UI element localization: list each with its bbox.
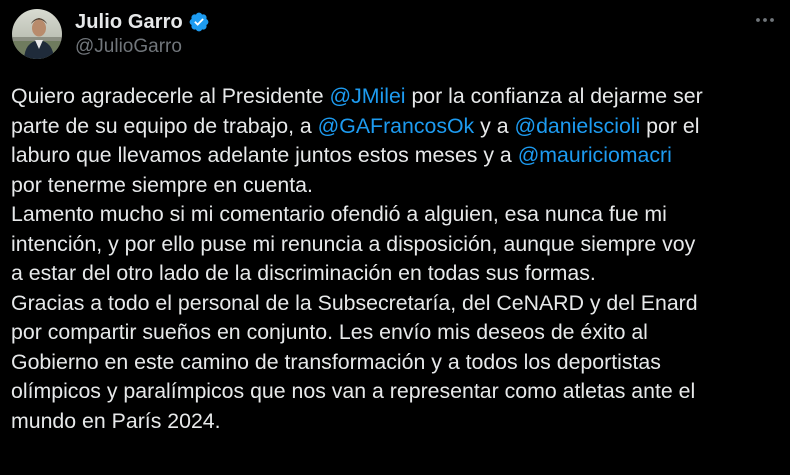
mention-link[interactable]: @GAFrancosOk: [318, 114, 475, 138]
tweet-text-line: Quiero agradecerle al Presidente @JMilei…: [11, 82, 785, 112]
tweet-text-line: Lamento mucho si mi comentario ofendió a…: [11, 200, 785, 230]
mention-link[interactable]: @mauriciomacri: [518, 143, 672, 167]
tweet-text-line: parte de su equipo de trabajo, a @GAFran…: [11, 112, 785, 142]
tweet-text-line: Gobierno en este camino de transformació…: [11, 348, 785, 378]
tweet-text-line: Gracias a todo el personal de la Subsecr…: [11, 289, 785, 319]
tweet-card: Julio Garro @JulioGarro Quiero agradecer…: [0, 0, 790, 475]
tweet-text-segment: Gracias a todo el personal de la Subsecr…: [11, 290, 698, 315]
tweet-text-line: por compartir sueños en conjunto. Les en…: [11, 318, 785, 348]
name-row: Julio Garro: [75, 9, 210, 35]
tweet-text-segment: parte de su equipo de trabajo, a: [11, 113, 318, 138]
tweet-text-segment: a estar del otro lado de la discriminaci…: [11, 261, 596, 285]
tweet-text-segment: Gobierno en este camino de transformació…: [11, 349, 661, 374]
tweet-text-segment: por el: [640, 113, 700, 138]
mention-link[interactable]: @JMilei: [329, 84, 405, 108]
tweet-text-segment: por compartir sueños en conjunto. Les en…: [11, 320, 648, 344]
tweet-text: Quiero agradecerle al Presidente @JMilei…: [11, 82, 785, 436]
tweet-text-line: mundo en París 2024.: [11, 407, 785, 437]
tweet-text-segment: Quiero agradecerle al Presidente: [11, 84, 330, 108]
mention-link[interactable]: @danielscioli: [514, 114, 640, 138]
tweet-text-line: laburo que llevamos adelante juntos esto…: [11, 141, 785, 171]
tweet-text-segment: Lamento mucho si mi comentario ofendió a…: [11, 202, 667, 226]
more-options-icon[interactable]: [754, 9, 776, 31]
author-names: Julio Garro @JulioGarro: [75, 9, 210, 59]
tweet-text-segment: intención, y por ello puse mi renuncia a…: [11, 231, 696, 256]
tweet-header: Julio Garro @JulioGarro: [12, 6, 210, 62]
tweet-text-line: por tenerme siempre en cuenta.: [11, 171, 785, 201]
avatar[interactable]: [12, 9, 62, 59]
tweet-text-segment: por la confianza al dejarme ser: [405, 84, 703, 108]
tweet-text-segment: por tenerme siempre en cuenta.: [11, 172, 313, 197]
author-handle[interactable]: @JulioGarro: [75, 35, 210, 59]
display-name[interactable]: Julio Garro: [75, 11, 183, 34]
tweet-text-segment: laburo que llevamos adelante juntos esto…: [11, 143, 518, 167]
tweet-text-line: intención, y por ello puse mi renuncia a…: [11, 230, 785, 260]
tweet-text-segment: olímpicos y paralímpicos que nos van a r…: [11, 379, 696, 403]
verified-badge-icon[interactable]: [188, 11, 210, 33]
tweet-text-segment: mundo en París 2024.: [11, 408, 221, 433]
tweet-text-line: a estar del otro lado de la discriminaci…: [11, 259, 785, 289]
tweet-text-segment: y a: [474, 113, 515, 138]
tweet-text-line: olímpicos y paralímpicos que nos van a r…: [11, 377, 785, 407]
